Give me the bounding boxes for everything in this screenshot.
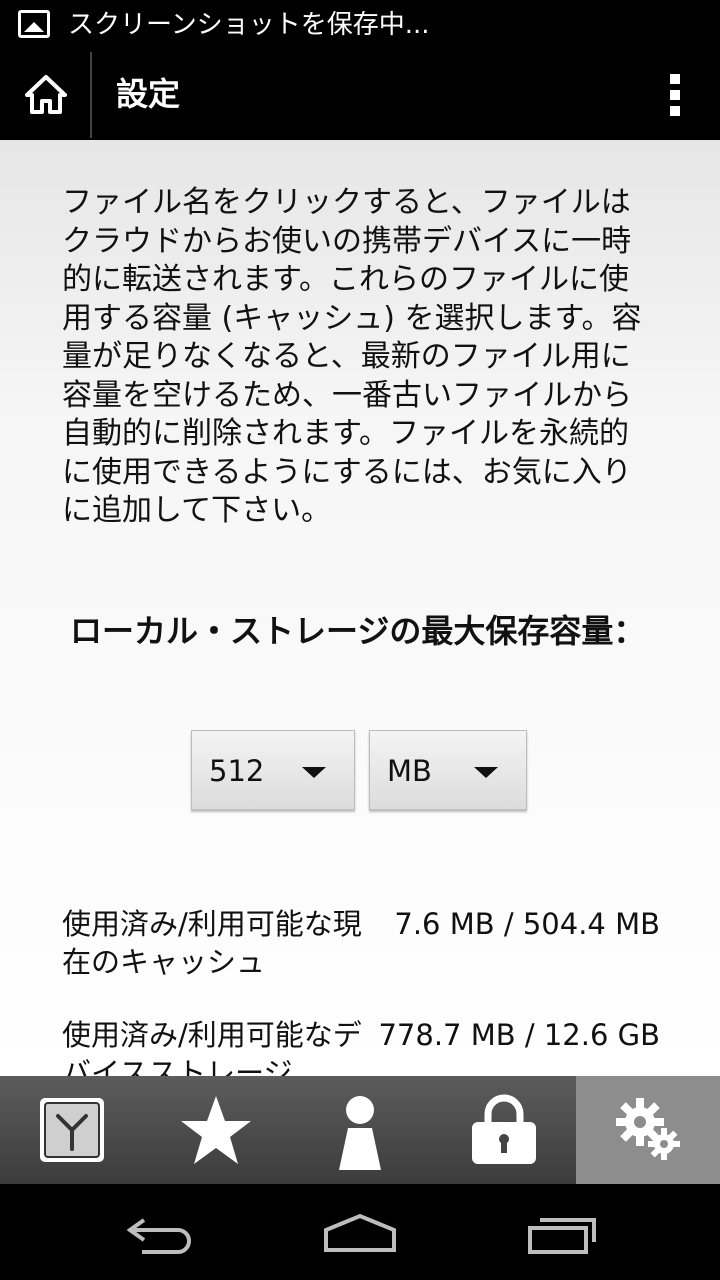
- action-bar-divider: [90, 52, 92, 138]
- action-bar: 設定: [0, 50, 720, 140]
- device-storage-row: 使用済み/利用可能なデバイスストレージ 778.7 MB / 12.6 GB: [62, 1016, 672, 1076]
- cache-usage-label: 使用済み/利用可能な現在のキャッシュ: [62, 907, 362, 979]
- home-outline-icon: [324, 1213, 396, 1252]
- tab-security[interactable]: [432, 1076, 576, 1184]
- tab-settings[interactable]: [576, 1076, 720, 1184]
- device-storage-value: 778.7 MB / 12.6 GB: [378, 1018, 660, 1052]
- star-icon: [181, 1096, 251, 1164]
- back-button[interactable]: [118, 1206, 218, 1258]
- back-arrow-icon: [126, 1218, 191, 1254]
- person-icon: [339, 1096, 381, 1170]
- tab-favorites[interactable]: [144, 1076, 288, 1184]
- dropdown-arrow-icon: [302, 767, 326, 778]
- tab-account[interactable]: [288, 1076, 432, 1184]
- device-storage-label: 使用済み/利用可能なデバイスストレージ: [62, 1018, 362, 1076]
- page-title: 設定: [116, 75, 181, 113]
- gears-icon: [616, 1098, 680, 1160]
- home-nav-button[interactable]: [318, 1206, 418, 1258]
- recent-apps-icon: [528, 1218, 596, 1254]
- cache-description: ファイル名をクリックすると、ファイルはクラウドからお使いの携帯デバイスに一時的に…: [62, 185, 642, 528]
- bottom-tab-bar: [0, 1076, 720, 1184]
- dropdown-arrow-icon: [474, 767, 498, 778]
- home-button[interactable]: [0, 50, 90, 140]
- storage-size-dropdown[interactable]: 512: [191, 730, 355, 810]
- settings-content[interactable]: ファイル名をクリックすると、ファイルはクラウドからお使いの携帯デバイスに一時的に…: [0, 140, 720, 1076]
- storage-unit-dropdown[interactable]: MB: [369, 730, 527, 810]
- storage-unit-value: MB: [387, 754, 432, 788]
- overflow-dot-icon: [670, 74, 680, 84]
- overflow-dot-icon: [670, 106, 680, 116]
- overflow-menu-button[interactable]: [650, 50, 700, 140]
- recent-apps-button[interactable]: [522, 1206, 622, 1258]
- tab-recent[interactable]: [0, 1076, 144, 1184]
- max-storage-heading: ローカル・ストレージの最大保存容量：: [70, 612, 646, 650]
- overflow-dot-icon: [670, 90, 680, 100]
- status-notification-text: スクリーンショットを保存中...: [68, 10, 430, 40]
- cache-usage-row: 使用済み/利用可能な現在のキャッシュ 7.6 MB / 504.4 MB: [62, 905, 672, 985]
- status-bar: スクリーンショットを保存中...: [0, 0, 720, 50]
- lock-icon: [472, 1094, 536, 1164]
- system-navigation-bar: [0, 1184, 720, 1280]
- screenshot-image-icon: [18, 10, 50, 38]
- cache-usage-value: 7.6 MB / 504.4 MB: [394, 907, 660, 941]
- home-icon: [25, 75, 67, 114]
- clock-icon: [40, 1098, 104, 1162]
- storage-size-value: 512: [209, 754, 265, 788]
